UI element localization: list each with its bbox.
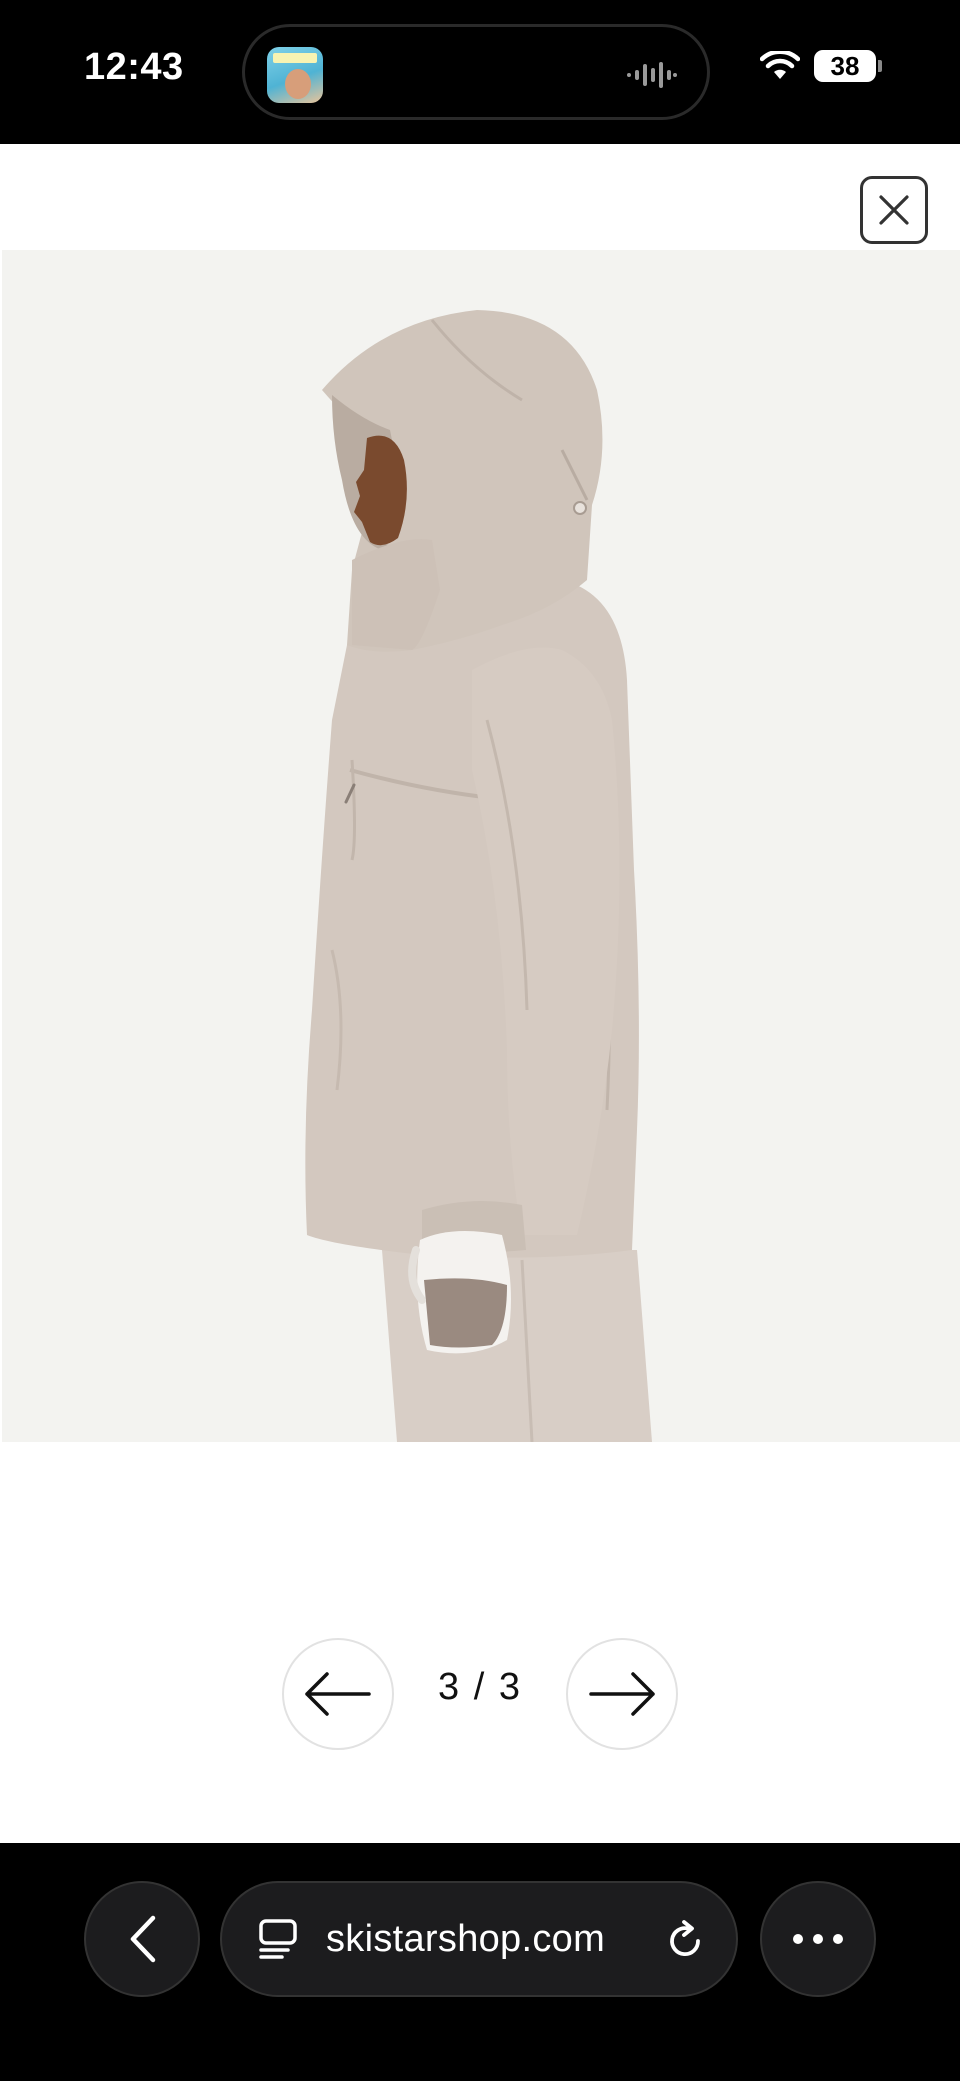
arrow-left-icon <box>305 1672 371 1716</box>
wifi-icon <box>760 51 800 79</box>
browser-toolbar: skistarshop.com <box>0 1843 960 2081</box>
browser-back-button[interactable] <box>84 1881 200 1997</box>
dynamic-island[interactable] <box>242 24 710 120</box>
status-bar: 12:43 38 <box>0 0 960 144</box>
reload-icon[interactable] <box>666 1919 706 1963</box>
gallery-navigation: 3 / 3 <box>0 1638 960 1750</box>
address-bar[interactable]: skistarshop.com <box>220 1881 738 1997</box>
image-lightbox: 3 / 3 <box>0 144 960 1843</box>
image-counter: 3 / 3 <box>438 1666 522 1708</box>
close-icon <box>879 195 909 225</box>
arrow-right-icon <box>589 1672 655 1716</box>
previous-image-button[interactable] <box>282 1638 394 1750</box>
status-time: 12:43 <box>84 46 184 88</box>
status-indicators: 38 <box>760 50 882 82</box>
url-text[interactable]: skistarshop.com <box>326 1918 605 1961</box>
more-dots-icon <box>793 1934 843 1944</box>
close-button[interactable] <box>860 176 928 244</box>
chevron-left-icon <box>130 1915 156 1963</box>
product-image[interactable] <box>2 250 960 1442</box>
jacket-illustration <box>305 310 652 1442</box>
next-image-button[interactable] <box>566 1638 678 1750</box>
page-tabs-icon[interactable] <box>258 1918 298 1960</box>
battery-indicator: 38 <box>814 50 882 82</box>
podcast-artwork-icon[interactable] <box>267 47 323 103</box>
more-options-button[interactable] <box>760 1881 876 1997</box>
audio-waveform-icon <box>627 62 677 88</box>
